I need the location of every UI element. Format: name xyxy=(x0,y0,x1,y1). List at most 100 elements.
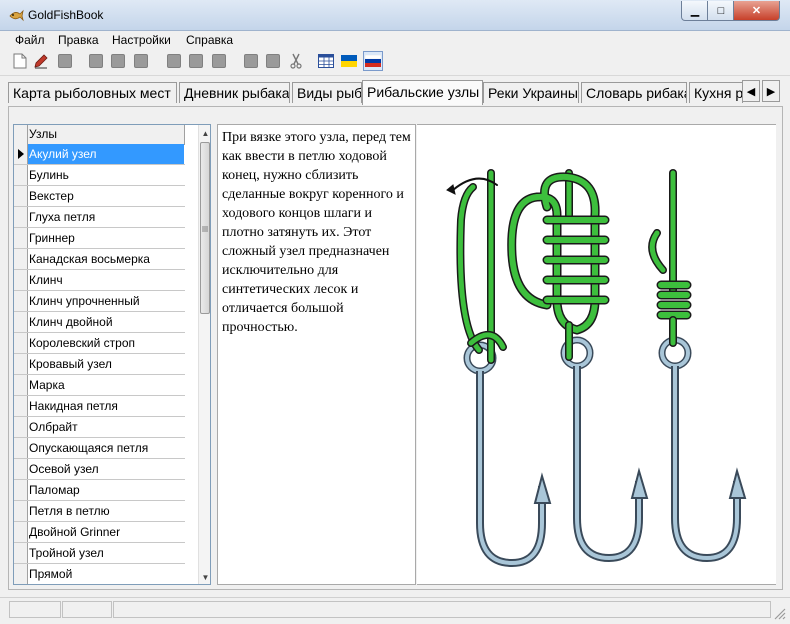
knot-name: Олбрайт xyxy=(29,420,78,434)
knot-3 xyxy=(648,169,692,347)
row-indicator[interactable] xyxy=(14,207,28,227)
row-indicator[interactable] xyxy=(14,354,28,374)
knot-list-row[interactable]: Опускающаяся петля xyxy=(14,438,185,459)
tab-fisher-dictionary[interactable]: Словарь рибака xyxy=(581,82,687,103)
row-indicator[interactable] xyxy=(14,480,28,500)
row-indicator[interactable] xyxy=(14,522,28,542)
last-record-icon[interactable] xyxy=(166,53,182,69)
close-button[interactable]: ✕ xyxy=(733,1,780,21)
ukraine-flag-icon[interactable] xyxy=(341,53,357,69)
knot-name: Акулий узел xyxy=(29,147,97,161)
knot-name: Королевский строп xyxy=(29,336,135,350)
knot-list-row[interactable]: Олбрайт xyxy=(14,417,185,438)
row-indicator[interactable] xyxy=(14,459,28,479)
knot-1 xyxy=(446,169,507,364)
russia-flag-icon[interactable] xyxy=(363,51,383,71)
knot-list-row[interactable]: Королевский строп xyxy=(14,333,185,354)
knot-list-row[interactable]: Булинь xyxy=(14,165,185,186)
knot-list-row[interactable]: Накидная петля xyxy=(14,396,185,417)
scroll-down-arrow[interactable]: ▼ xyxy=(199,571,210,584)
row-indicator[interactable] xyxy=(14,228,28,248)
knot-name: Тройной узел xyxy=(29,546,104,560)
menu-help[interactable]: Справка xyxy=(186,33,233,47)
row-indicator[interactable] xyxy=(14,333,28,353)
toolbar xyxy=(0,49,790,76)
knot-list-row[interactable]: Акулий узел xyxy=(14,144,185,165)
paste-icon[interactable] xyxy=(265,53,281,69)
knot-name: Марка xyxy=(29,378,65,392)
knot-list-row[interactable]: Кровавый узел xyxy=(14,354,185,375)
knot-list-row[interactable]: Двойной Grinner xyxy=(14,522,185,543)
row-indicator[interactable] xyxy=(14,312,28,332)
column-header-knots[interactable]: Узлы xyxy=(29,127,57,141)
knot-list-row[interactable]: Тройной узел xyxy=(14,543,185,564)
tab-fish-kitchen[interactable]: Кухня р xyxy=(689,82,743,103)
menu-file[interactable]: Файл xyxy=(15,33,45,47)
row-indicator[interactable] xyxy=(14,417,28,437)
knot-name: Кровавый узел xyxy=(29,357,112,371)
window-title: GoldFishBook xyxy=(28,8,104,22)
delete-record-icon[interactable] xyxy=(211,53,227,69)
row-indicator[interactable] xyxy=(14,396,28,416)
knot-list-row[interactable]: Марка xyxy=(14,375,185,396)
knot-list-row[interactable]: Осевой узел xyxy=(14,459,185,480)
maximize-button[interactable]: □ xyxy=(707,1,735,21)
status-panel-1 xyxy=(9,601,61,618)
knot-list-grid[interactable]: Узлы Акулий узел Булинь Векстер Глуха петля… xyxy=(13,124,211,585)
row-indicator[interactable] xyxy=(14,375,28,395)
knot-name: Двойной Grinner xyxy=(29,525,121,539)
menu-edit[interactable]: Правка xyxy=(58,33,99,47)
scroll-thumb[interactable] xyxy=(200,142,210,314)
add-record-icon[interactable] xyxy=(188,53,204,69)
grid-header: Узлы xyxy=(14,125,185,145)
tab-fishing-map[interactable]: Карта рыболовных мест xyxy=(8,82,177,103)
first-record-icon[interactable] xyxy=(88,53,104,69)
knot-list-row[interactable]: Гриннер xyxy=(14,228,185,249)
next-record-icon[interactable] xyxy=(133,53,149,69)
tab-scroll-left-button[interactable]: ◀ xyxy=(742,80,760,102)
row-indicator[interactable] xyxy=(14,270,28,290)
knot-list-row[interactable]: Паломар xyxy=(14,480,185,501)
knot-list-row[interactable]: Канадская восьмерка xyxy=(14,249,185,270)
menu-bar: Файл Правка Настройки Справка xyxy=(0,31,790,49)
row-indicator[interactable] xyxy=(14,249,28,269)
row-indicator[interactable] xyxy=(14,564,28,584)
row-indicator[interactable] xyxy=(14,438,28,458)
resize-grip-icon[interactable] xyxy=(773,607,787,621)
row-indicator[interactable] xyxy=(14,501,28,521)
knot-list-row[interactable]: Петля в петлю xyxy=(14,501,185,522)
knot-list-row[interactable]: Клинч xyxy=(14,270,185,291)
row-indicator[interactable] xyxy=(14,543,28,563)
row-indicator[interactable] xyxy=(14,165,28,185)
knot-list-row[interactable]: Глуха петля xyxy=(14,207,185,228)
row-indicator[interactable] xyxy=(14,186,28,206)
row-indicator[interactable] xyxy=(14,144,28,164)
grid-scrollbar[interactable]: ▲ ▼ xyxy=(198,125,210,584)
knot-name: Накидная петля xyxy=(29,399,118,413)
hook-2 xyxy=(564,340,647,558)
title-bar[interactable]: GoldFishBook ▁ □ ✕ xyxy=(0,0,790,31)
save-icon[interactable] xyxy=(57,53,73,69)
tab-rivers-ukraine[interactable]: Реки Украины xyxy=(483,82,579,103)
tab-fish-species[interactable]: Виды рыб xyxy=(292,82,362,103)
table-view-icon[interactable] xyxy=(318,53,334,69)
knot-list-row[interactable]: Клинч упрочненный xyxy=(14,291,185,312)
tab-fisher-diary[interactable]: Дневник рыбака xyxy=(179,82,290,103)
copy-icon[interactable] xyxy=(243,53,259,69)
knot-list-row[interactable]: Клинч двойной xyxy=(14,312,185,333)
scroll-up-arrow[interactable]: ▲ xyxy=(199,127,210,140)
knot-name: Гриннер xyxy=(29,231,75,245)
edit-pencil-icon[interactable] xyxy=(33,53,49,69)
menu-settings[interactable]: Настройки xyxy=(112,33,171,47)
row-indicator[interactable] xyxy=(14,291,28,311)
prev-record-icon[interactable] xyxy=(110,53,126,69)
knot-name: Канадская восьмерка xyxy=(29,252,150,266)
scissors-icon[interactable] xyxy=(288,53,304,69)
knot-list-row[interactable]: Векстер xyxy=(14,186,185,207)
tab-scroll-right-button[interactable]: ▶ xyxy=(762,80,780,102)
knot-list-row[interactable]: Прямой xyxy=(14,564,185,584)
tab-fishing-knots[interactable]: Рибальские узлы xyxy=(362,80,483,105)
new-document-icon[interactable] xyxy=(12,53,28,69)
minimize-button[interactable]: ▁ xyxy=(681,1,709,21)
knot-name: Глуха петля xyxy=(29,210,96,224)
